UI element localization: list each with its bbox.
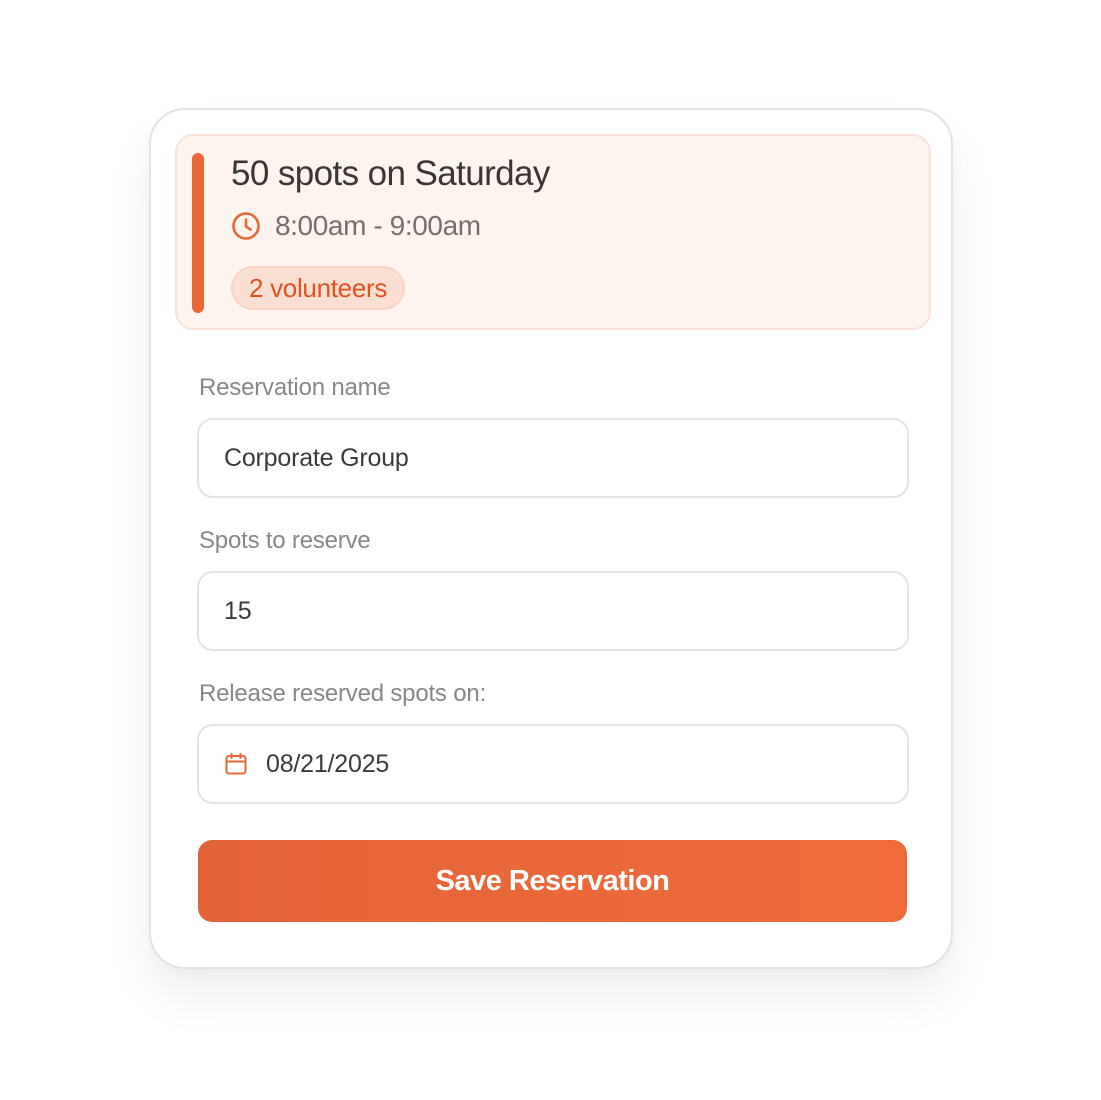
- calendar-icon: [224, 752, 248, 776]
- slot-time-text: 8:00am - 9:00am: [275, 210, 481, 241]
- slot-accent-bar: [192, 153, 204, 313]
- volunteers-badge: 2 volunteers: [231, 266, 406, 310]
- spots-input[interactable]: 15: [197, 571, 909, 651]
- clock-icon: [231, 211, 261, 241]
- save-reservation-button[interactable]: Save Reservation: [198, 840, 907, 922]
- spots-label: Spots to reserve: [199, 527, 371, 554]
- release-date-value: 08/21/2025: [266, 749, 390, 778]
- release-date-label: Release reserved spots on:: [199, 680, 486, 707]
- slot-title: 50 spots on Saturday: [231, 154, 550, 193]
- reservation-name-input[interactable]: Corporate Group: [197, 418, 909, 498]
- slot-time: 8:00am - 9:00am: [231, 210, 481, 242]
- reservation-name-value: Corporate Group: [224, 443, 409, 472]
- reservation-card: 50 spots on Saturday 8:00am - 9:00am 2 v…: [149, 108, 953, 969]
- slot-summary: 50 spots on Saturday 8:00am - 9:00am 2 v…: [175, 134, 931, 330]
- spots-value: 15: [224, 596, 252, 625]
- release-date-input[interactable]: 08/21/2025: [197, 724, 909, 804]
- reservation-name-label: Reservation name: [199, 374, 391, 401]
